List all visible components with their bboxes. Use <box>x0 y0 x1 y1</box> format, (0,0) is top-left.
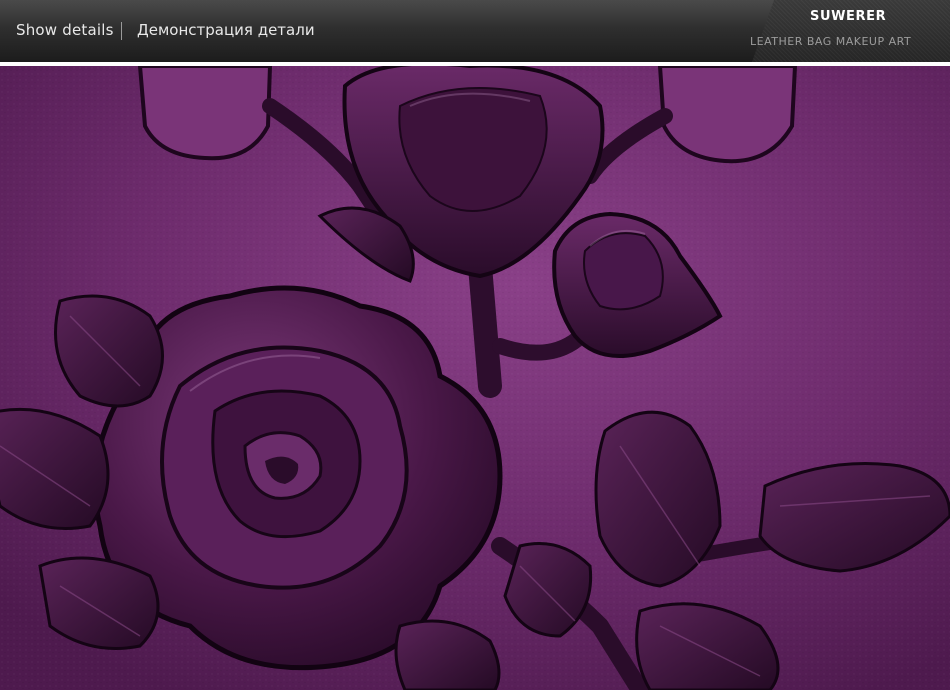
brand-tagline: LEATHER BAG MAKEUP ART <box>750 35 912 48</box>
section-title-ru: Демонстрация детали <box>137 21 315 39</box>
page: Show details Демонстрация детали SUWERER… <box>0 0 950 690</box>
section-title-en: Show details <box>16 21 114 39</box>
product-photo <box>0 66 950 690</box>
header-bar: Show details Демонстрация детали SUWERER… <box>0 0 950 62</box>
title-divider <box>121 22 122 40</box>
embossed-rose-image <box>0 66 950 690</box>
brand-logo: SUWERER <box>810 9 887 24</box>
